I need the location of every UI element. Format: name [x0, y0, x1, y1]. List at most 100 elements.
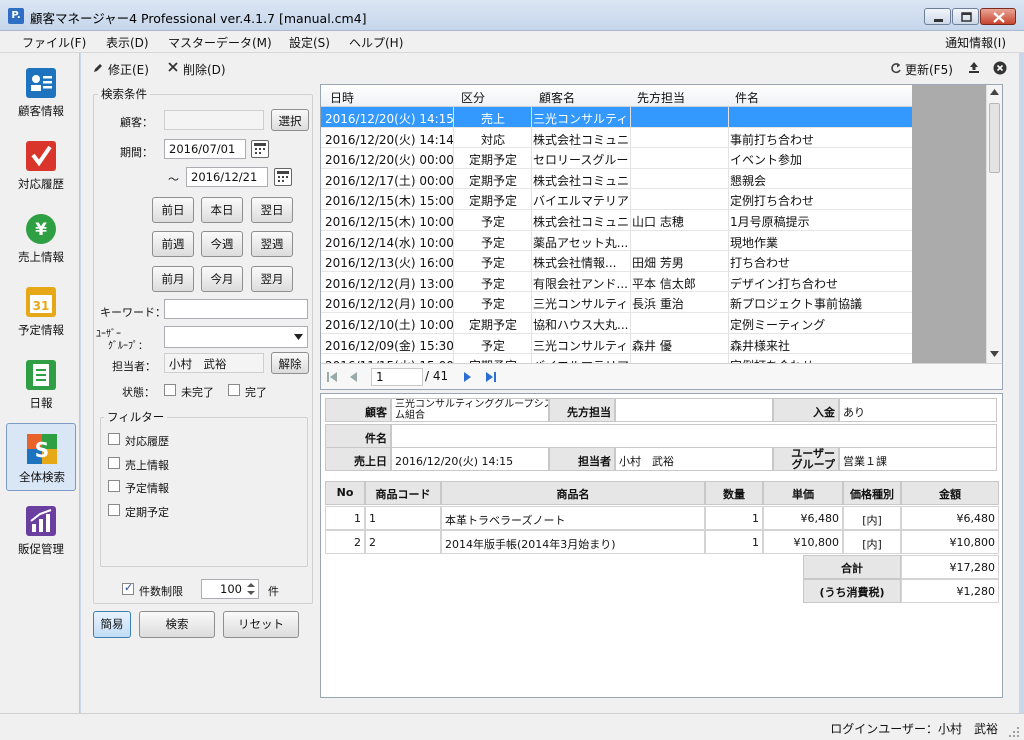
filter-label: 定期予定	[125, 506, 169, 519]
table-cell: 予定	[480, 338, 505, 353]
table-cell: 薬品アセット丸...	[533, 235, 629, 250]
resize-grip-icon[interactable]	[1008, 726, 1020, 738]
pencil-icon	[94, 64, 102, 72]
filter-schedule-checkbox[interactable]	[108, 480, 120, 492]
sidebar-item-promotion[interactable]: 販促管理	[6, 496, 76, 564]
calendar-to-icon[interactable]	[274, 168, 292, 186]
column-header-customer[interactable]: 顧客名	[539, 89, 575, 106]
table-row[interactable]: 2016/12/12(月) 10:00 予定 三光コンサルティ...長浜 重治 新プロ…	[321, 292, 912, 313]
column-separator	[453, 333, 454, 354]
user-group-label: ｸﾞﾙｰﾌﾟ：	[108, 341, 148, 352]
menu-file[interactable]: ファイル(F)	[22, 34, 86, 51]
scroll-thumb[interactable]	[989, 103, 1000, 173]
table-row[interactable]: 2016/12/14(水) 10:00 予定 薬品アセット丸... 現地作業	[321, 230, 912, 252]
reset-button[interactable]: リセット	[223, 611, 299, 638]
menu-master-data[interactable]: マスターデータ(M)	[168, 34, 272, 51]
refresh-button[interactable]: 更新(F5)	[905, 61, 953, 78]
column-header-datetime[interactable]: 日時	[330, 89, 354, 106]
item-cell: ¥10,800	[901, 530, 999, 554]
next-week-button[interactable]: 翌週	[251, 231, 293, 257]
column-separator	[453, 230, 454, 251]
filter-recurring-checkbox[interactable]	[108, 504, 120, 516]
filter-history-checkbox[interactable]	[108, 433, 120, 445]
maximize-button[interactable]	[952, 8, 979, 25]
table-row[interactable]: 2016/12/20(火) 14:15 売上 三光コンサルティ...	[321, 107, 912, 128]
sidebar-item-schedule[interactable]: 31 予定情報	[6, 277, 76, 345]
this-week-button[interactable]: 今週	[201, 231, 243, 257]
scroll-down-icon[interactable]	[990, 351, 999, 357]
column-header-subject[interactable]: 件名	[735, 89, 759, 106]
date-from-field[interactable]: 2016/07/01	[164, 139, 246, 159]
column-header-category[interactable]: 区分	[461, 89, 485, 106]
detail-user-group-value: 営業１課	[839, 447, 997, 471]
table-row[interactable]: 2016/12/09(金) 15:30 予定 三光コンサルティ...森井 優 森井様来…	[321, 333, 912, 355]
refresh-icon	[891, 63, 901, 74]
clear-owner-button[interactable]: 解除	[271, 352, 309, 374]
first-page-icon[interactable]	[327, 372, 337, 382]
column-separator	[728, 107, 729, 127]
table-cell: 2016/12/12(月) 10:00	[325, 297, 453, 312]
date-to-field[interactable]: 2016/12/21	[186, 167, 268, 187]
select-customer-button[interactable]: 選択	[271, 109, 309, 131]
pager: 1 / 41	[321, 363, 1002, 389]
close-button[interactable]	[980, 8, 1016, 25]
next-day-button[interactable]: 翌日	[251, 197, 293, 223]
grid-scrollbar[interactable]	[986, 85, 1002, 363]
chart-icon	[26, 506, 56, 536]
sidebar-item-sales[interactable]: ¥ 売上情報	[6, 204, 76, 272]
spinner-icon[interactable]	[245, 581, 257, 597]
yen-icon: ¥	[26, 214, 56, 244]
menu-notifications[interactable]: 通知情報(I)	[945, 34, 1006, 51]
sidebar-item-history[interactable]: 対応履歴	[6, 131, 76, 199]
prev-page-icon[interactable]	[349, 372, 357, 382]
menu-settings[interactable]: 設定(S)	[289, 34, 330, 51]
table-row[interactable]: 2016/12/15(木) 15:00 定期予定 バイエルマテリア... 定例打ち合わ…	[321, 189, 912, 210]
menu-help[interactable]: ヘルプ(H)	[349, 34, 403, 51]
prev-day-button[interactable]: 前日	[152, 197, 194, 223]
prev-month-button[interactable]: 前月	[152, 266, 194, 292]
table-row[interactable]: 2016/12/10(土) 10:00 定期予定 協和ハウス大丸... 定例ミーティン…	[321, 313, 912, 334]
next-page-icon[interactable]	[464, 372, 472, 382]
status-complete-checkbox[interactable]	[228, 384, 240, 396]
this-month-button[interactable]: 今月	[201, 266, 243, 292]
export-icon[interactable]	[967, 60, 981, 74]
last-page-icon[interactable]	[486, 372, 496, 382]
menu-view[interactable]: 表示(D)	[106, 34, 149, 51]
column-header-contact[interactable]: 先方担当	[637, 89, 685, 106]
keyword-input[interactable]	[164, 299, 308, 319]
today-button[interactable]: 本日	[201, 197, 243, 223]
column-separator	[531, 251, 532, 271]
close-panel-icon[interactable]	[993, 61, 1007, 75]
status-incomplete-checkbox[interactable]	[164, 384, 176, 396]
delete-button[interactable]: 削除(D)	[183, 61, 226, 78]
table-row[interactable]: 2016/12/20(火) 00:00 定期予定 セロリースグルー... イベント参加	[321, 148, 912, 169]
calendar-from-icon[interactable]	[251, 140, 269, 158]
column-separator	[453, 107, 454, 127]
table-row[interactable]: 2016/12/13(火) 16:00 予定 株式会社情報... 田畑 芳男 打ち合わせ	[321, 251, 912, 272]
table-cell: 定期予定	[468, 173, 517, 188]
next-month-button[interactable]: 翌月	[251, 266, 293, 292]
table-row[interactable]: 2016/12/20(火) 14:14 対応 株式会社コミュニ... 事前打ち合わせ	[321, 127, 912, 149]
scroll-up-icon[interactable]	[990, 89, 999, 95]
sidebar-item-customers[interactable]: 顧客情報	[6, 58, 76, 126]
sidebar-item-daily-report[interactable]: 日報	[6, 350, 76, 418]
filter-title: フィルター	[104, 409, 168, 425]
sidebar-item-global-search[interactable]: S 全体検索	[6, 423, 76, 491]
calendar-icon: 31	[26, 287, 56, 317]
table-row[interactable]: 2016/12/12(月) 13:00 予定 有限会社アンド... 平本 信太郎 デザイ…	[321, 271, 912, 293]
owner-label: 担当者：	[112, 360, 156, 373]
simple-mode-button[interactable]: 簡易	[93, 611, 131, 638]
filter-sales-checkbox[interactable]	[108, 457, 120, 469]
minimize-button[interactable]	[924, 8, 951, 25]
column-separator	[630, 210, 631, 230]
page-number-input[interactable]: 1	[371, 368, 423, 386]
search-button[interactable]: 検索	[139, 611, 215, 638]
prev-week-button[interactable]: 前週	[152, 231, 194, 257]
table-cell: 予定	[480, 215, 505, 229]
limit-checkbox[interactable]	[122, 581, 134, 595]
table-row[interactable]: 2016/12/17(土) 00:00 定期予定 株式会社コミュニ... 懇親会	[321, 168, 912, 190]
column-separator	[728, 251, 729, 271]
table-row[interactable]: 2016/12/15(木) 10:00 予定 株式会社コミュニ...山口 志穂 1月号…	[321, 210, 912, 231]
user-group-select[interactable]	[164, 326, 308, 348]
edit-button[interactable]: 修正(E)	[108, 61, 149, 78]
